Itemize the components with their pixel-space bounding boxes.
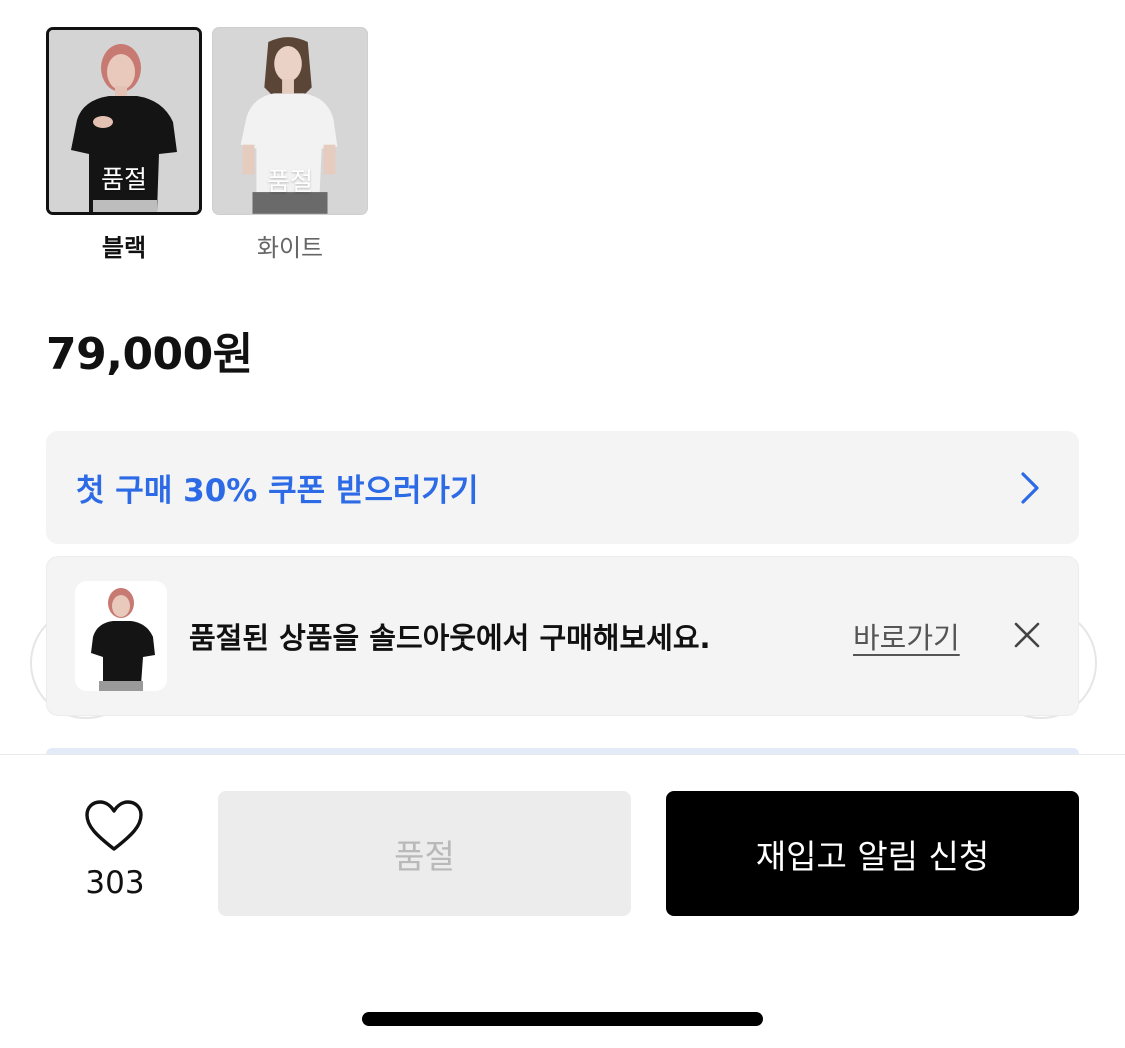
coupon-banner[interactable]: 첫 구매 30% 쿠폰 받으러가기 — [46, 431, 1079, 544]
color-option-label: 화이트 — [256, 234, 324, 262]
close-icon[interactable] — [1013, 621, 1041, 649]
restock-notify-button[interactable]: 재입고 알림 신청 — [666, 791, 1079, 916]
soldout-banner: 품절된 상품을 솔드아웃에서 구매해보세요. 바로가기 — [46, 556, 1079, 716]
soldout-product-thumbnail — [75, 581, 167, 691]
home-indicator — [362, 1012, 763, 1026]
heart-icon — [85, 800, 143, 851]
like-count: 303 — [85, 865, 145, 901]
color-option-white[interactable]: 품절 — [212, 27, 368, 215]
bottom-action-bar: 303 품절 재입고 알림 신청 — [0, 754, 1125, 1048]
chevron-right-icon — [1021, 472, 1039, 504]
soldout-button: 품절 — [218, 791, 631, 916]
color-option-label: 블랙 — [101, 234, 147, 262]
product-detail-page: 품절 블랙 품절 화이트 79,000원 첫 구매 30% 쿠폰 받으러가기 품… — [0, 0, 1125, 1048]
color-option-black[interactable]: 품절 — [46, 27, 202, 215]
soldout-tag: 품절 — [100, 165, 147, 194]
coupon-text: 첫 구매 30% 쿠폰 받으러가기 — [76, 473, 479, 509]
product-price: 79,000원 — [46, 329, 253, 380]
go-now-link[interactable]: 바로가기 — [853, 615, 960, 657]
soldout-tag: 품절 — [266, 167, 313, 196]
like-button[interactable]: 303 — [72, 799, 158, 909]
soldout-message: 품절된 상품을 솔드아웃에서 구매해보세요. — [189, 621, 711, 655]
